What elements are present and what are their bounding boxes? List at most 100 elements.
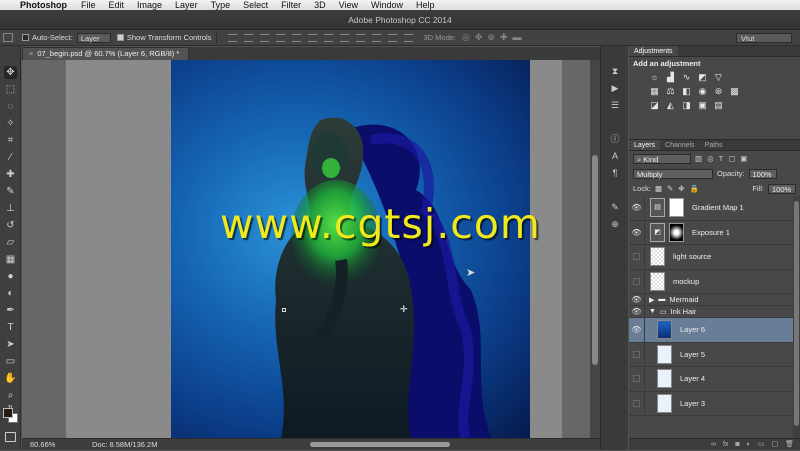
folder-icon[interactable]: ▭ (758, 439, 765, 450)
crop-tool-icon[interactable]: ⌗ (4, 134, 17, 147)
invert-icon[interactable]: ◪ (649, 100, 660, 110)
doc-size[interactable]: Doc: 8.58M/136.2M (62, 440, 157, 449)
layer-filter-dropdown[interactable]: ⌕ Kind (633, 153, 691, 164)
menu-3d[interactable]: 3D (314, 0, 326, 10)
character-panel-icon[interactable]: A (609, 151, 621, 162)
align-top-icon[interactable] (228, 33, 238, 42)
threshold-icon[interactable]: ◨ (681, 100, 692, 110)
workspace-dropdown[interactable]: Vtut (736, 33, 792, 43)
history-brush-tool-icon[interactable]: ↺ (4, 219, 17, 232)
document-tab[interactable]: × 07_begin.psd @ 60.7% (Layer 6, RGB/8) * (22, 47, 189, 60)
close-icon[interactable]: × (29, 49, 33, 58)
path-selection-tool-icon[interactable]: ➤ (4, 338, 17, 351)
tab-adjustments[interactable]: Adjustments (629, 46, 678, 56)
dodge-tool-icon[interactable]: ◐ (4, 287, 17, 300)
fx-icon[interactable]: fx (723, 439, 728, 450)
eye-icon[interactable]: 👁 (629, 306, 645, 317)
clone-stamp-tool-icon[interactable]: ⊥ (4, 202, 17, 215)
menu-type[interactable]: Type (211, 0, 231, 10)
tab-channels[interactable]: Channels (660, 140, 700, 150)
new-layer-icon[interactable]: ▢ (771, 439, 778, 450)
scroll-thumb[interactable] (592, 155, 598, 365)
menu-filter[interactable]: Filter (281, 0, 301, 10)
menu-edit[interactable]: Edit (109, 0, 125, 10)
eye-icon-hidden[interactable] (629, 269, 645, 293)
posterize-icon[interactable]: ◭ (665, 100, 676, 110)
layer-row[interactable]: Layer 4 (629, 367, 800, 392)
eye-icon-hidden[interactable] (629, 391, 645, 415)
layer-row[interactable]: 👁 ◩ Exposure 1 (629, 220, 800, 245)
auto-select-dropdown[interactable]: Layer (76, 32, 111, 43)
pen-tool-icon[interactable]: ✒ (4, 304, 17, 317)
mask-icon[interactable]: ◙ (735, 439, 739, 450)
opacity-input[interactable]: 100% (748, 168, 777, 179)
hand-tool-icon[interactable]: ✋ (4, 372, 17, 385)
brightness-contrast-icon[interactable]: ☼ (649, 72, 660, 82)
menu-view[interactable]: View (339, 0, 358, 10)
layer-row[interactable]: Layer 5 (629, 342, 800, 367)
trash-icon[interactable]: 🗑 (785, 439, 794, 450)
eraser-tool-icon[interactable]: ▱ (4, 236, 17, 249)
healing-brush-tool-icon[interactable]: ✚ (4, 168, 17, 181)
brush-tool-icon[interactable]: ✎ (4, 185, 17, 198)
link-icon[interactable]: ∞ (711, 439, 716, 450)
color-lookup-icon[interactable]: ▩ (729, 86, 740, 96)
black-white-icon[interactable]: ◧ (681, 86, 692, 96)
layer-row[interactable]: 👁 ▤ Gradient Map 1 (629, 196, 800, 221)
layer-mask-thumbnail[interactable] (669, 222, 684, 242)
fill-input[interactable]: 100% (768, 183, 796, 194)
menu-layer[interactable]: Layer (175, 0, 198, 10)
zoom-tool-icon[interactable]: ⌕ (4, 389, 17, 402)
3d-mode-icons[interactable]: ◎✥⊕✚▬ (462, 32, 526, 43)
layer-row-selected[interactable]: 👁 Layer 6 (629, 318, 800, 343)
curves-icon[interactable]: ∿ (681, 72, 692, 82)
menu-image[interactable]: Image (137, 0, 162, 10)
distribute-vcenter-icon[interactable] (340, 33, 350, 42)
move-tool-icon[interactable]: ✥ (4, 66, 17, 79)
hue-saturation-icon[interactable]: ▦ (649, 86, 660, 96)
layer-mask-thumbnail[interactable] (669, 198, 684, 218)
selective-color-icon[interactable]: ▣ (697, 100, 708, 110)
blur-tool-icon[interactable]: ● (4, 270, 17, 283)
eye-icon[interactable]: 👁 (629, 220, 645, 244)
shape-tool-icon[interactable]: ▭ (4, 355, 17, 368)
eye-icon[interactable]: 👁 (629, 318, 645, 342)
show-transform-checkbox[interactable] (116, 34, 124, 41)
marquee-tool-icon[interactable]: ⬚ (4, 83, 17, 96)
properties-panel-icon[interactable]: ☰ (609, 100, 621, 111)
history-panel-icon[interactable]: ⧗ (609, 66, 621, 77)
levels-icon[interactable]: ▟ (665, 72, 676, 82)
layer-group-row[interactable]: 👁 ▼ ▭ Ink Hair (629, 306, 800, 318)
brush-panel-icon[interactable]: ✎ (609, 202, 621, 213)
layer-row[interactable]: mockup (629, 269, 800, 294)
channel-mixer-icon[interactable]: ⊛ (713, 86, 724, 96)
distribute-top-icon[interactable] (324, 33, 334, 42)
layer-row[interactable]: Layer 3 (629, 391, 800, 416)
distribute-left-icon[interactable] (372, 33, 382, 42)
align-left-icon[interactable] (276, 33, 286, 42)
menu-select[interactable]: Select (243, 0, 268, 10)
photo-filter-icon[interactable]: ◉ (697, 86, 708, 96)
adjustment-icon[interactable]: ◐ (747, 439, 751, 450)
magic-wand-tool-icon[interactable]: ✧ (4, 117, 17, 130)
scroll-thumb[interactable] (794, 201, 799, 426)
actions-panel-icon[interactable]: ▶ (609, 83, 621, 94)
eye-icon[interactable]: 👁 (629, 294, 645, 305)
gradient-tool-icon[interactable]: ▦ (4, 253, 17, 266)
menu-window[interactable]: Window (371, 0, 403, 10)
eye-icon-hidden[interactable] (629, 245, 645, 269)
align-hcenter-icon[interactable] (292, 33, 302, 42)
align-right-icon[interactable] (308, 33, 318, 42)
transform-handle[interactable] (282, 308, 286, 312)
move-tool-preset-icon[interactable] (3, 33, 13, 42)
exposure-icon[interactable]: ◩ (697, 72, 708, 82)
gradient-map-icon[interactable]: ▤ (713, 100, 724, 110)
menu-help[interactable]: Help (416, 0, 435, 10)
tab-layers[interactable]: Layers (629, 140, 661, 150)
lasso-tool-icon[interactable]: ◌ (4, 100, 17, 113)
layer-row[interactable]: light source (629, 245, 800, 270)
eyedropper-tool-icon[interactable]: ⁄ (4, 151, 17, 164)
paragraph-panel-icon[interactable]: ¶ (609, 168, 621, 179)
distribute-hcenter-icon[interactable] (388, 33, 398, 42)
reference-point-icon[interactable]: ✛ (400, 304, 408, 315)
